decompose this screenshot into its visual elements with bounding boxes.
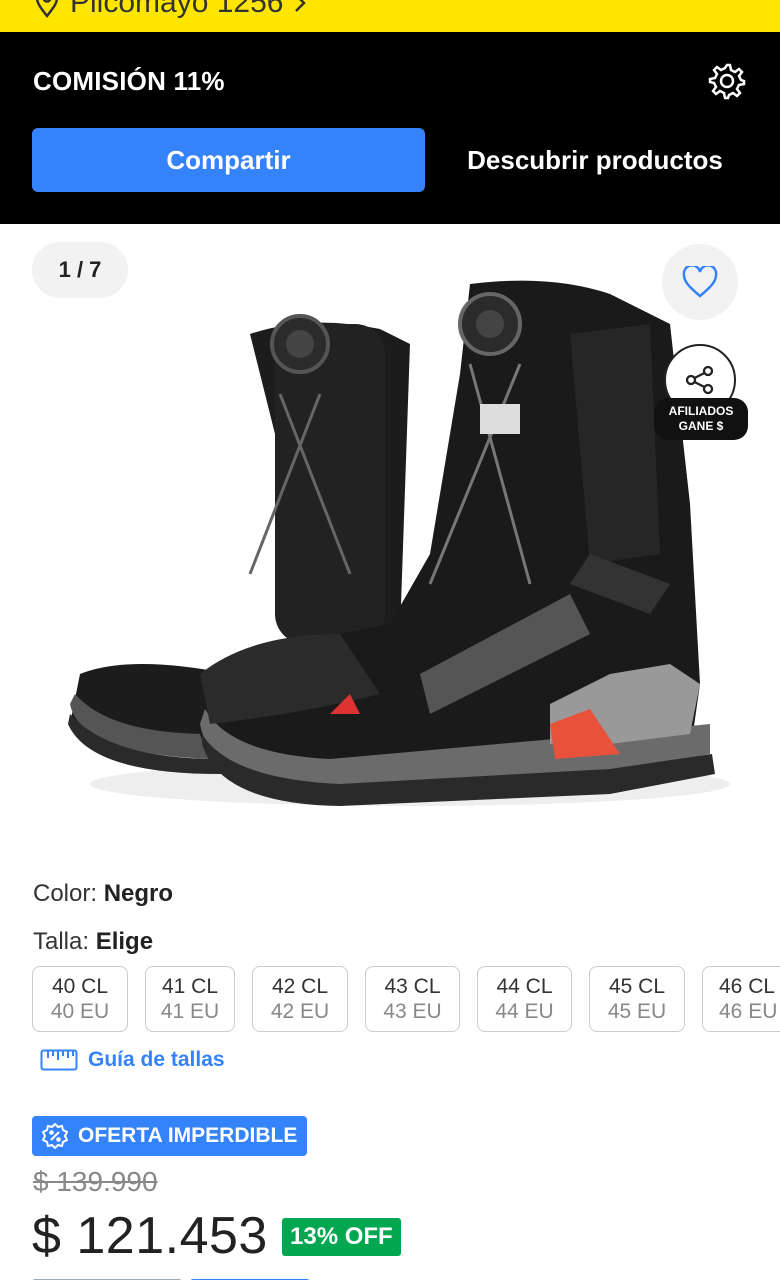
affiliate-label-line1: AFILIADOS — [668, 404, 734, 418]
offer-badge: OFERTA IMPERDIBLE — [32, 1116, 308, 1156]
size-option-46[interactable]: 46 CL 46 EU — [702, 966, 780, 1032]
product-gallery[interactable]: 1 / 7 AFILIADOS GANE $ — [0, 224, 780, 864]
size-cl: 41 CL — [161, 975, 219, 998]
original-price: $ 139.990 — [33, 1166, 158, 1197]
size-cl: 40 CL — [51, 975, 109, 998]
size-option-41[interactable]: 41 CL 41 EU — [145, 966, 235, 1032]
size-cl: 46 CL — [719, 975, 776, 998]
share-button[interactable]: Compartir — [32, 128, 425, 192]
size-cl: 42 CL — [271, 975, 329, 998]
color-selector-label: Color: Negro — [33, 880, 173, 908]
size-guide-link[interactable]: Guía de tallas — [40, 1048, 225, 1072]
size-label: Talla: — [33, 928, 96, 955]
current-price: $ 121.453 — [32, 1207, 268, 1265]
size-cl: 43 CL — [384, 975, 441, 998]
installments-line-cropped — [32, 1272, 412, 1280]
color-value: Negro — [103, 880, 174, 907]
size-selector-label: Talla: Elige — [33, 928, 153, 956]
gear-icon[interactable] — [708, 62, 746, 100]
size-eu: 43 EU — [383, 1000, 442, 1023]
size-guide-label: Guía de tallas — [88, 1048, 225, 1071]
color-label: Color: — [33, 880, 104, 907]
affiliate-earn-label: AFILIADOS GANE $ — [654, 398, 748, 440]
size-option-42[interactable]: 42 CL 42 EU — [252, 966, 348, 1032]
location-text: Pilcomayo 1256 — [70, 0, 284, 19]
size-option-45[interactable]: 45 CL 45 EU — [589, 966, 685, 1032]
size-options: 40 CL 40 EU 41 CL 41 EU 42 CL 42 EU 43 CL 43… — [32, 966, 780, 1034]
size-eu: 45 EU — [607, 1000, 667, 1023]
product-image-boots — [68, 280, 730, 806]
location-pin-icon — [35, 0, 59, 18]
discover-products-button[interactable]: Descubrir productos — [440, 128, 750, 192]
size-eu: 46 EU — [719, 1000, 778, 1023]
size-option-40[interactable]: 40 CL 40 EU — [32, 966, 128, 1032]
size-eu: 40 EU — [50, 1000, 110, 1023]
size-eu: 44 EU — [495, 1000, 554, 1023]
size-value: Elige — [95, 928, 154, 955]
size-cl: 44 CL — [496, 975, 553, 998]
location-link[interactable]: Pilcomayo 1256 — [34, 0, 307, 20]
chevron-right-icon — [295, 0, 307, 12]
discount-badge: 13% OFF — [282, 1218, 401, 1256]
size-eu: 42 EU — [270, 1000, 330, 1023]
size-eu: 41 EU — [160, 1000, 220, 1023]
affiliate-bar: COMISIÓN 11% Compartir Descubrir product… — [0, 32, 780, 224]
discount-badge-icon — [42, 1123, 68, 1149]
share-icon — [685, 365, 714, 395]
affiliate-label-line2: GANE $ — [678, 419, 724, 433]
top-location-bar[interactable]: Pilcomayo 1256 — [0, 0, 780, 32]
ruler-icon — [40, 1049, 78, 1071]
commission-label: COMISIÓN 11% — [33, 66, 225, 96]
size-option-43[interactable]: 43 CL 43 EU — [365, 966, 460, 1032]
favorite-button[interactable] — [662, 244, 738, 320]
affiliate-share-button[interactable]: AFILIADOS GANE $ — [654, 344, 748, 444]
offer-badge-label: OFERTA IMPERDIBLE — [78, 1124, 298, 1147]
heart-icon — [682, 266, 718, 298]
size-cl: 45 CL — [608, 975, 666, 998]
size-option-44[interactable]: 44 CL 44 EU — [477, 966, 572, 1032]
